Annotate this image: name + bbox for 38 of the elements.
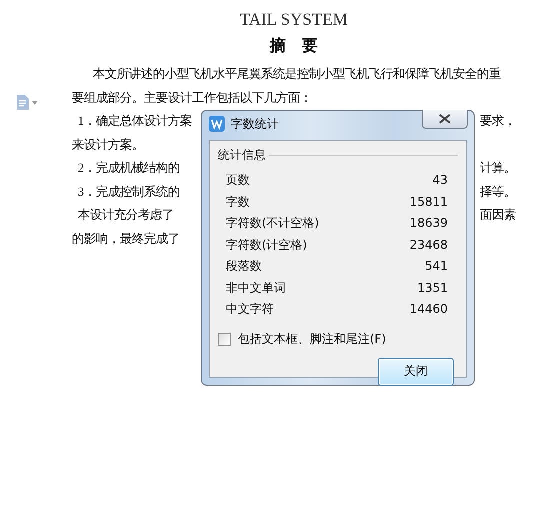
caret-icon[interactable] (32, 100, 38, 104)
stat-label: 中文字符 (226, 301, 274, 318)
stat-label: 页数 (226, 172, 250, 189)
stat-value: 1351 (417, 280, 448, 296)
paragraph-text: 3．完成控制系统的 (77, 184, 180, 200)
abstract-heading: 摘 要 (268, 36, 319, 57)
paragraph-text: 计算。 (480, 160, 516, 177)
page-icon[interactable] (16, 95, 29, 110)
paragraph-text: 要组成部分。主要设计工作包括以下几方面： (72, 90, 312, 106)
stat-value: 23468 (410, 236, 448, 254)
close-button[interactable] (422, 110, 468, 129)
close-icon (438, 114, 452, 124)
stat-value: 14460 (410, 301, 448, 318)
paragraph-text: 要求， (480, 113, 516, 130)
paragraph-text: 面因素 (480, 207, 516, 224)
close-dialog-button[interactable]: 关闭 (378, 358, 454, 386)
stat-value: 15811 (410, 194, 448, 210)
paragraph-text: 来设计方案。 (72, 136, 144, 154)
dialog-title: 字数统计 (231, 116, 279, 132)
paragraph-text: 本设计充分考虑了 (77, 207, 174, 224)
checkbox-label[interactable]: 包括文本框、脚注和尾注(F) (238, 330, 386, 348)
stat-label: 段落数 (226, 258, 262, 275)
paragraph-text: 1．确定总体设计方案 (77, 113, 192, 130)
stat-value: 541 (425, 258, 448, 275)
stat-value: 43 (432, 172, 448, 189)
paragraph-text: 的影响，最终完成了 (72, 230, 180, 248)
group-label: 统计信息 (218, 147, 266, 164)
stat-value: 18639 (410, 215, 448, 232)
app-logo-icon (209, 116, 225, 132)
document-title: TAIL SYSTEM (238, 10, 350, 30)
stat-label: 字数 (226, 194, 250, 210)
checkbox[interactable] (218, 332, 231, 346)
paragraph-text: 2．完成机械结构的 (77, 160, 180, 177)
paragraph-text: 择等。 (480, 184, 516, 200)
paragraph-text: 本文所讲述的小型飞机水平尾翼系统是控制小型飞机飞行和保障飞机安全的重 (92, 66, 501, 83)
stat-label: 字符数(不计空格) (226, 215, 320, 232)
stat-label: 非中文单词 (226, 280, 286, 296)
stat-label: 字符数(计空格) (226, 236, 308, 254)
